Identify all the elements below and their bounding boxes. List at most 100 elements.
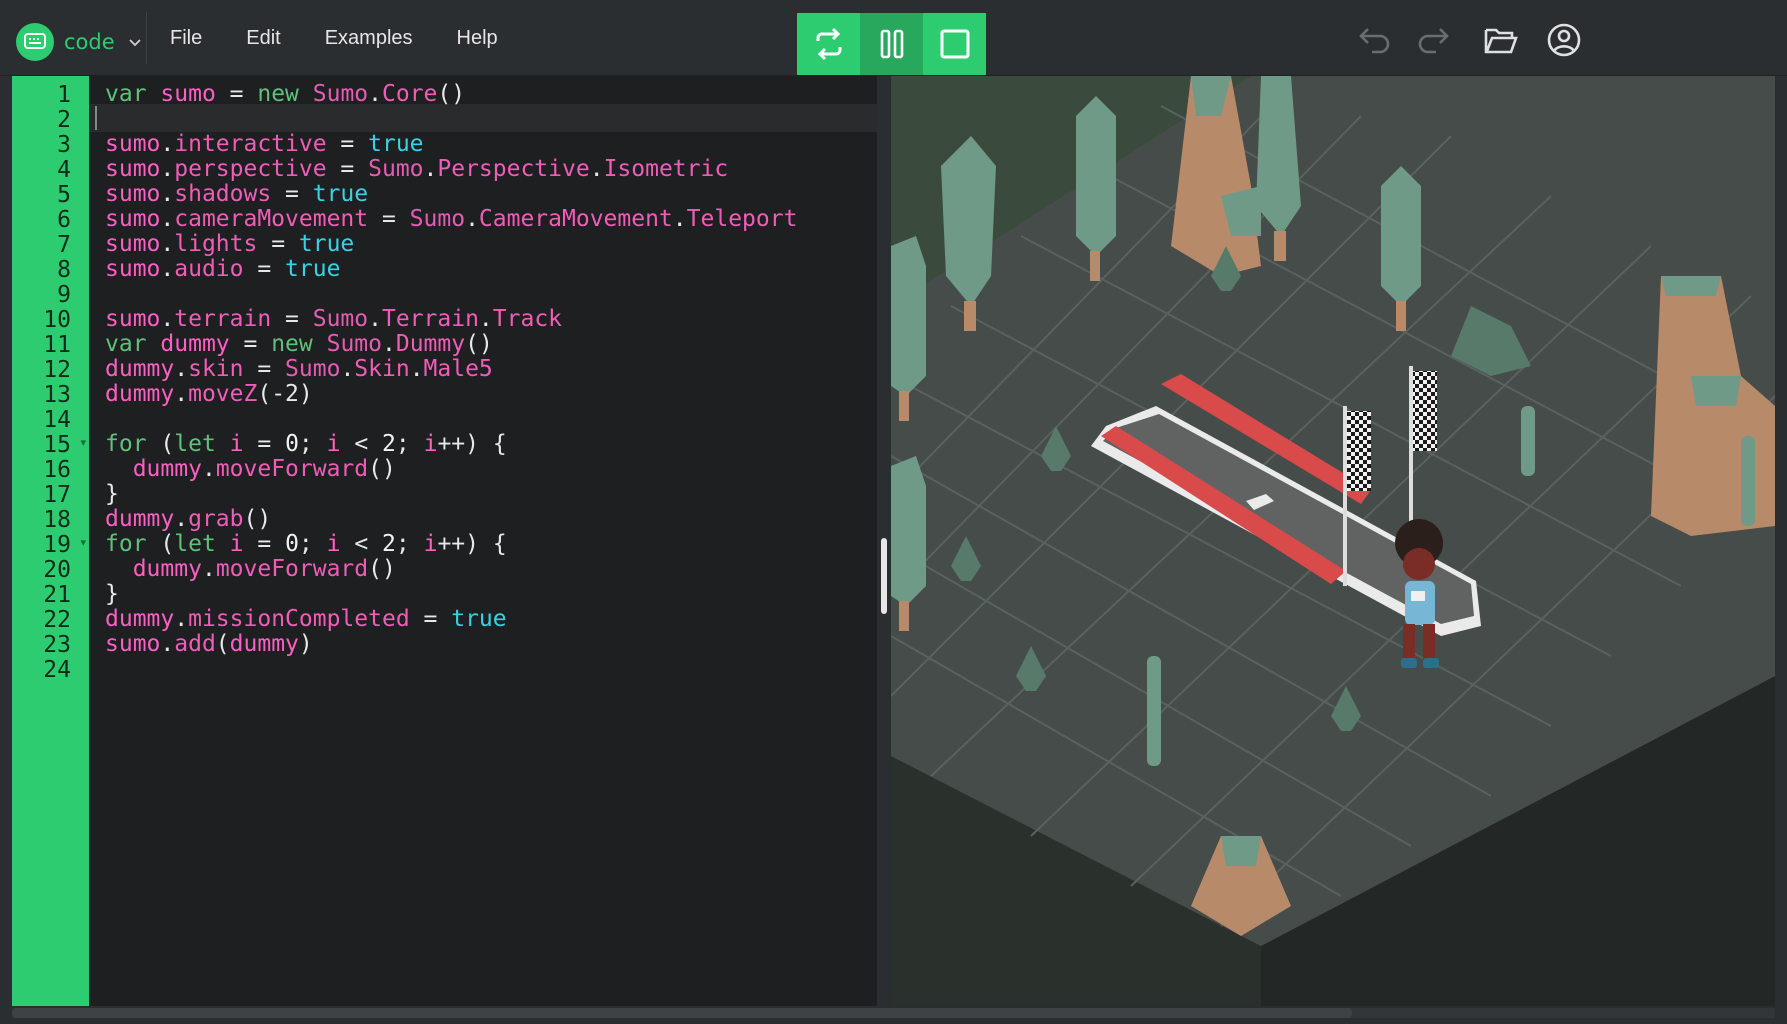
horizontal-scrollbar[interactable] [12,1008,1775,1018]
code-token: = [229,331,272,357]
code-token: . [160,631,175,657]
code-token: . [160,181,175,207]
code-token: . [160,231,175,257]
fold-arrow-icon[interactable]: ▾ [80,536,86,549]
code-token: ++) { [437,431,507,457]
code-token: moveZ [188,381,258,407]
code-line: sumo.add(dummy) [105,630,313,658]
code-token: sumo [105,156,161,182]
code-token: Track [492,306,563,332]
code-token: . [340,356,355,382]
line-number: 22 [43,607,71,633]
code-area[interactable]: var sumo = new Sumo.Core() sumo.interacti… [89,76,877,1006]
line-number: 19 [43,532,71,558]
code-token: . [409,356,424,382]
scene-viewport[interactable] [891,76,1775,1006]
code-token: terrain [174,306,272,332]
code-token: () [437,81,466,107]
code-line: var dummy = new Sumo.Dummy() [105,330,493,358]
active-line-highlight [89,104,877,132]
text-cursor [95,106,97,130]
menu-examples[interactable]: Examples [303,27,435,50]
brand-menu-button[interactable]: code [16,22,143,62]
code-token: sumo [105,256,161,282]
code-line: sumo.perspective = Sumo.Perspective.Isom… [105,155,728,183]
code-token: sumo [105,631,161,657]
code-token: 0 [285,431,299,457]
pause-button[interactable] [860,13,923,75]
menu-edit[interactable]: Edit [224,27,302,50]
code-token: = [326,131,369,157]
brand-label: code [64,30,115,54]
open-button[interactable] [1481,20,1521,60]
code-line: dummy.skin = Sumo.Skin.Male5 [105,355,493,383]
code-token: . [160,131,175,157]
code-token: 2 [382,531,396,557]
loop-arrows-icon [816,27,841,61]
code-token: var [105,81,147,107]
pane-splitter[interactable] [877,76,891,1006]
code-token: 0 [285,531,299,557]
code-token: < [340,431,383,457]
code-token: . [368,81,382,107]
undo-button[interactable] [1355,20,1395,60]
line-number: 1 [57,82,71,108]
line-number: 9 [57,282,71,308]
code-token: dummy [105,506,175,532]
line-number: 12 [43,357,71,383]
divider [146,12,147,64]
code-token: ; [395,431,424,457]
code-token: . [160,306,175,332]
run-button[interactable] [797,13,860,75]
code-token: . [174,606,189,632]
code-token: dummy [160,331,230,357]
stop-button[interactable] [923,13,986,75]
code-token: true [312,181,369,207]
code-token: add [174,631,216,657]
code-editor[interactable]: 1 2 3 4 5 6 7 8 9 10 11 12 13 14 15 ▾ 16 17 18 19 ▾ 20 21 22 23 2… [12,76,877,1006]
code-token: < [340,531,383,557]
run-controls [797,13,986,75]
splitter-handle[interactable] [881,538,887,614]
line-number: 20 [43,557,71,583]
code-token: i [423,431,438,457]
code-token: let [174,531,216,557]
code-token: dummy [132,456,202,482]
code-token: Sumo [326,331,382,357]
code-token: = [243,531,286,557]
code-token: . [174,356,189,382]
code-token: i [423,531,438,557]
code-line: sumo.lights = true [105,230,354,258]
code-token: () [465,331,493,357]
fold-arrow-icon[interactable]: ▾ [80,436,86,449]
code-token: dummy [105,381,175,407]
redo-button[interactable] [1413,20,1453,60]
code-token: . [478,306,493,332]
code-line: dummy.grab() [105,505,271,533]
code-token: Sumo [368,156,424,182]
code-token: interactive [174,131,327,157]
folder-open-icon [1484,28,1518,54]
code-token: = [243,356,286,382]
code-token: i [326,531,341,557]
code-token: = [368,206,410,232]
line-number: 2 [57,107,71,133]
menu-help[interactable]: Help [435,27,520,50]
code-token: ; [395,531,424,557]
code-token: audio [174,256,244,282]
code-token: . [382,331,396,357]
code-token: missionCompleted [188,606,410,632]
code-token: let [174,431,216,457]
code-token: (-2) [257,381,313,407]
menu-file[interactable]: File [148,27,224,50]
code-token: Skin [354,356,410,382]
code-token: moveForward [215,456,369,482]
code-token: () [243,506,272,532]
code-token: = [271,181,313,207]
scrollbar-thumb[interactable] [12,1008,1352,1018]
account-button[interactable] [1544,20,1584,60]
